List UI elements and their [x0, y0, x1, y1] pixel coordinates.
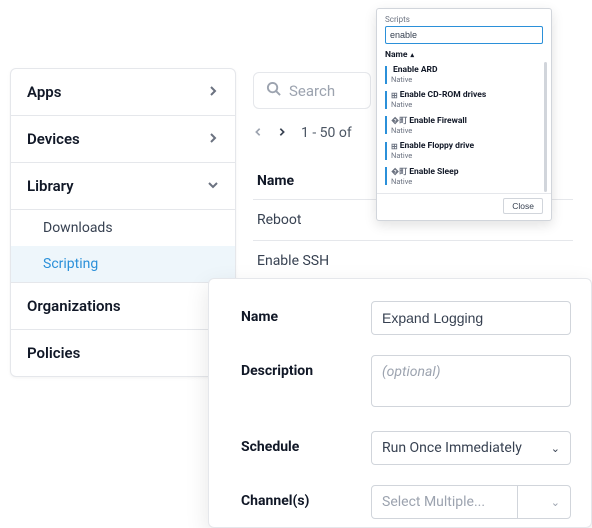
column-header-label: Name: [385, 50, 408, 60]
script-name: Enable CD-ROM drives: [400, 90, 486, 100]
description-label: Description: [241, 355, 371, 379]
sidebar-item-label: Devices: [27, 130, 80, 148]
name-label: Name: [241, 301, 371, 325]
accent-bar: [385, 116, 387, 134]
search-placeholder: Search: [289, 82, 335, 100]
sidebar-item-label: Organizations: [27, 297, 121, 315]
search-icon: [266, 81, 281, 100]
name-input[interactable]: [371, 301, 571, 335]
schedule-value: Run Once Immediately: [382, 440, 522, 456]
pager-text: 1 - 50 of: [301, 125, 352, 141]
sidebar-item-downloads[interactable]: Downloads: [11, 210, 235, 246]
windows-icon: ⊞: [391, 91, 398, 100]
shield-icon: �町: [391, 166, 407, 177]
accent-bar: [385, 167, 387, 185]
schedule-label: Schedule: [241, 431, 371, 455]
pager-prev[interactable]: [253, 125, 263, 141]
sidebar-item-devices[interactable]: Devices: [11, 116, 235, 163]
script-native-label: Native: [391, 126, 467, 135]
channels-placeholder: Select Multiple...: [372, 486, 495, 518]
sidebar-item-organizations[interactable]: Organizations: [11, 283, 235, 330]
list-item[interactable]: Enable SSH: [253, 241, 573, 282]
chevron-right-icon: [207, 83, 219, 101]
sidebar-library-children: Downloads Scripting: [11, 210, 235, 283]
close-button[interactable]: Close: [503, 198, 543, 214]
script-name: Enable Sleep: [409, 167, 458, 177]
script-result[interactable]: ⊞Enable Floppy drive Native: [385, 138, 543, 163]
divider: [517, 486, 518, 518]
script-result[interactable]: �町Enable Firewall Native: [385, 112, 543, 138]
scrollbar[interactable]: [544, 62, 547, 192]
sidebar-item-label: Library: [27, 177, 74, 195]
accent-bar: [385, 91, 387, 109]
scripts-filter-input[interactable]: [385, 26, 543, 44]
detail-form: Name Description Schedule Run Once Immed…: [208, 278, 592, 528]
script-name: Enable Firewall: [409, 116, 467, 126]
script-result[interactable]: Enable ARD Native: [385, 62, 543, 87]
scripts-results: Enable ARD Native ⊞Enable CD-ROM drives …: [385, 62, 543, 189]
channels-multiselect[interactable]: Select Multiple... ⌄: [371, 485, 571, 519]
scripts-popup: Scripts Name ▴ Enable ARD Native ⊞Enable…: [376, 8, 552, 221]
sidebar-item-library[interactable]: Library: [11, 163, 235, 210]
chevron-right-icon: [207, 130, 219, 148]
scripts-popup-title: Scripts: [385, 15, 543, 24]
chevron-down-icon: [207, 177, 219, 195]
windows-icon: ⊞: [391, 142, 398, 151]
script-native-label: Native: [391, 177, 459, 186]
script-native-label: Native: [391, 75, 438, 84]
sidebar-item-apps[interactable]: Apps: [11, 69, 235, 116]
channels-label: Channel(s): [241, 485, 371, 509]
chevron-down-icon: ⌄: [551, 442, 560, 455]
pager-next[interactable]: [277, 125, 287, 141]
schedule-select[interactable]: Run Once Immediately ⌄: [371, 431, 571, 465]
script-name: Enable Floppy drive: [400, 141, 474, 151]
chevron-down-icon: ⌄: [541, 488, 570, 517]
sidebar-item-label: Apps: [27, 83, 61, 101]
sort-asc-icon: ▴: [411, 51, 415, 59]
script-native-label: Native: [391, 151, 474, 160]
sidebar: Apps Devices Library Downloads Scripting…: [10, 68, 236, 377]
shield-icon: �町: [391, 115, 407, 126]
script-name: Enable ARD: [393, 65, 438, 75]
script-native-label: Native: [391, 100, 486, 109]
accent-bar: [385, 142, 387, 160]
script-result[interactable]: �町Enable Sleep Native: [385, 163, 543, 189]
accent-bar: [385, 66, 387, 84]
sidebar-item-scripting[interactable]: Scripting: [11, 246, 235, 282]
scripts-column-header[interactable]: Name ▴: [385, 50, 543, 60]
sidebar-item-label: Policies: [27, 344, 80, 362]
search-input[interactable]: Search: [253, 72, 371, 109]
description-input[interactable]: [371, 355, 571, 407]
script-result[interactable]: ⊞Enable CD-ROM drives Native: [385, 87, 543, 112]
sidebar-item-policies[interactable]: Policies: [11, 330, 235, 376]
